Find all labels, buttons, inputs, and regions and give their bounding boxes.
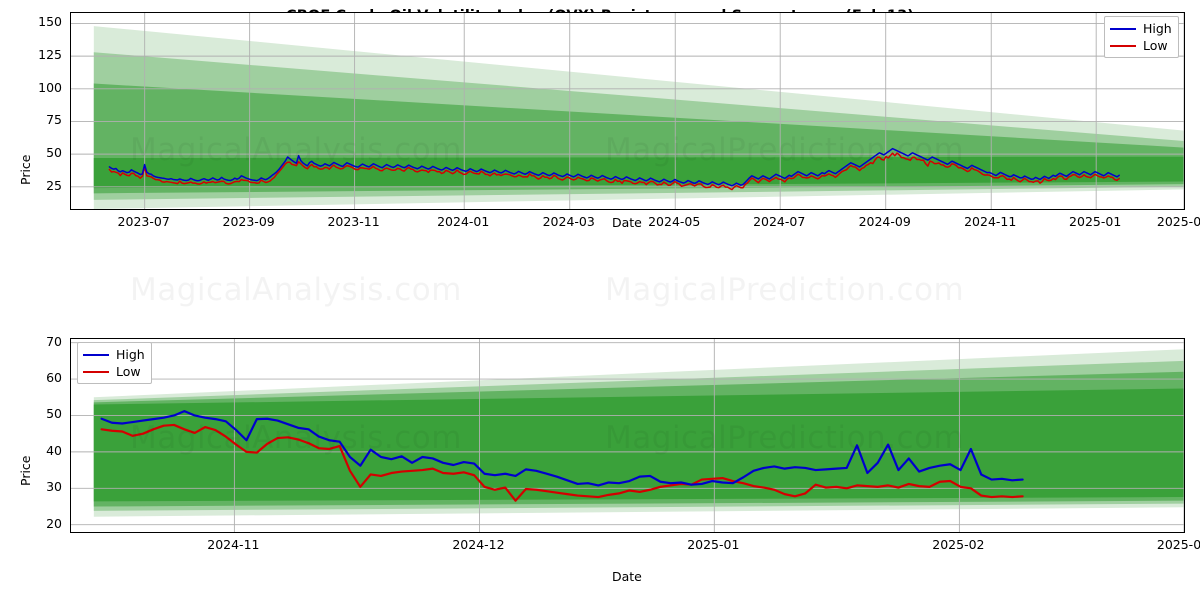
low-line-swatch: [83, 370, 109, 373]
x-tick-label: 2024-07: [753, 214, 806, 229]
y-tick-label: 125: [38, 47, 62, 63]
watermark: MagicalPrediction.com: [605, 420, 964, 456]
y-tick-label: 50: [46, 406, 62, 422]
x-tick-label: 2025-02: [932, 537, 985, 552]
low-line-swatch: [1110, 44, 1136, 47]
high-line-swatch: [1110, 27, 1136, 30]
overview-legend[interactable]: High Low: [1104, 16, 1179, 58]
y-tick-label: 30: [46, 479, 62, 495]
watermark: MagicalPrediction.com: [605, 272, 964, 308]
y-tick-label: 75: [46, 112, 62, 128]
x-tick-label: 2023-07: [117, 214, 170, 229]
watermark: MagicalPrediction.com: [605, 132, 964, 168]
legend-entry-low: Low: [1110, 37, 1172, 54]
watermark: MagicalAnalysis.com: [130, 132, 462, 168]
y-tick-label: 100: [38, 79, 62, 95]
x-tick-label: 2024-11: [964, 214, 1017, 229]
x-tick-label: 2025-01: [1069, 214, 1122, 229]
legend-entry-low: Low: [83, 363, 145, 380]
zoom-legend[interactable]: High Low: [77, 342, 152, 384]
x-tick-label: 2024-05: [648, 214, 701, 229]
overview-plot-area[interactable]: [70, 12, 1185, 210]
y-tick-label: 150: [38, 14, 62, 30]
y-tick-label: 20: [46, 515, 62, 531]
zoom-chart-panel: Price 20 30 40 50 60 70 2024-11 2024-12 2025-01…: [0, 326, 1200, 600]
legend-label-high: High: [116, 347, 145, 362]
legend-label-low: Low: [1143, 38, 1168, 53]
x-tick-label: 2023-11: [327, 214, 380, 229]
legend-label-low: Low: [116, 364, 141, 379]
y-tick-label: 25: [46, 177, 62, 193]
x-tick-label: 2024-03: [542, 214, 595, 229]
zoom-x-axis-label: Date: [612, 569, 642, 584]
legend-entry-high: High: [1110, 20, 1172, 37]
legend-entry-high: High: [83, 346, 145, 363]
overview-chart-panel: Price 25 50 75 100 125 150 2023-07 2023-09 2023…: [0, 0, 1200, 260]
y-tick-label: 60: [46, 370, 62, 386]
x-tick-label: 2025-03: [1156, 537, 1200, 552]
x-tick-label: 2023-09: [222, 214, 275, 229]
overview-x-axis-label: Date: [612, 215, 642, 230]
x-tick-label: 2024-12: [452, 537, 505, 552]
y-tick-label: 50: [46, 145, 62, 161]
watermark: MagicalAnalysis.com: [130, 272, 462, 308]
x-tick-label: 2025-03: [1156, 214, 1200, 229]
high-line-swatch: [83, 353, 109, 356]
chart-page: CBOE Crude Oil Volatility Index (OVX) Re…: [0, 0, 1200, 600]
watermark: MagicalAnalysis.com: [130, 420, 462, 456]
x-tick-label: 2024-01: [437, 214, 490, 229]
overview-plot-svg: [71, 13, 1184, 209]
y-tick-label: 70: [46, 333, 62, 349]
x-tick-label: 2024-09: [858, 214, 911, 229]
legend-label-high: High: [1143, 21, 1172, 36]
x-tick-label: 2025-01: [687, 537, 740, 552]
y-tick-label: 40: [46, 442, 62, 458]
x-tick-label: 2024-11: [207, 537, 260, 552]
